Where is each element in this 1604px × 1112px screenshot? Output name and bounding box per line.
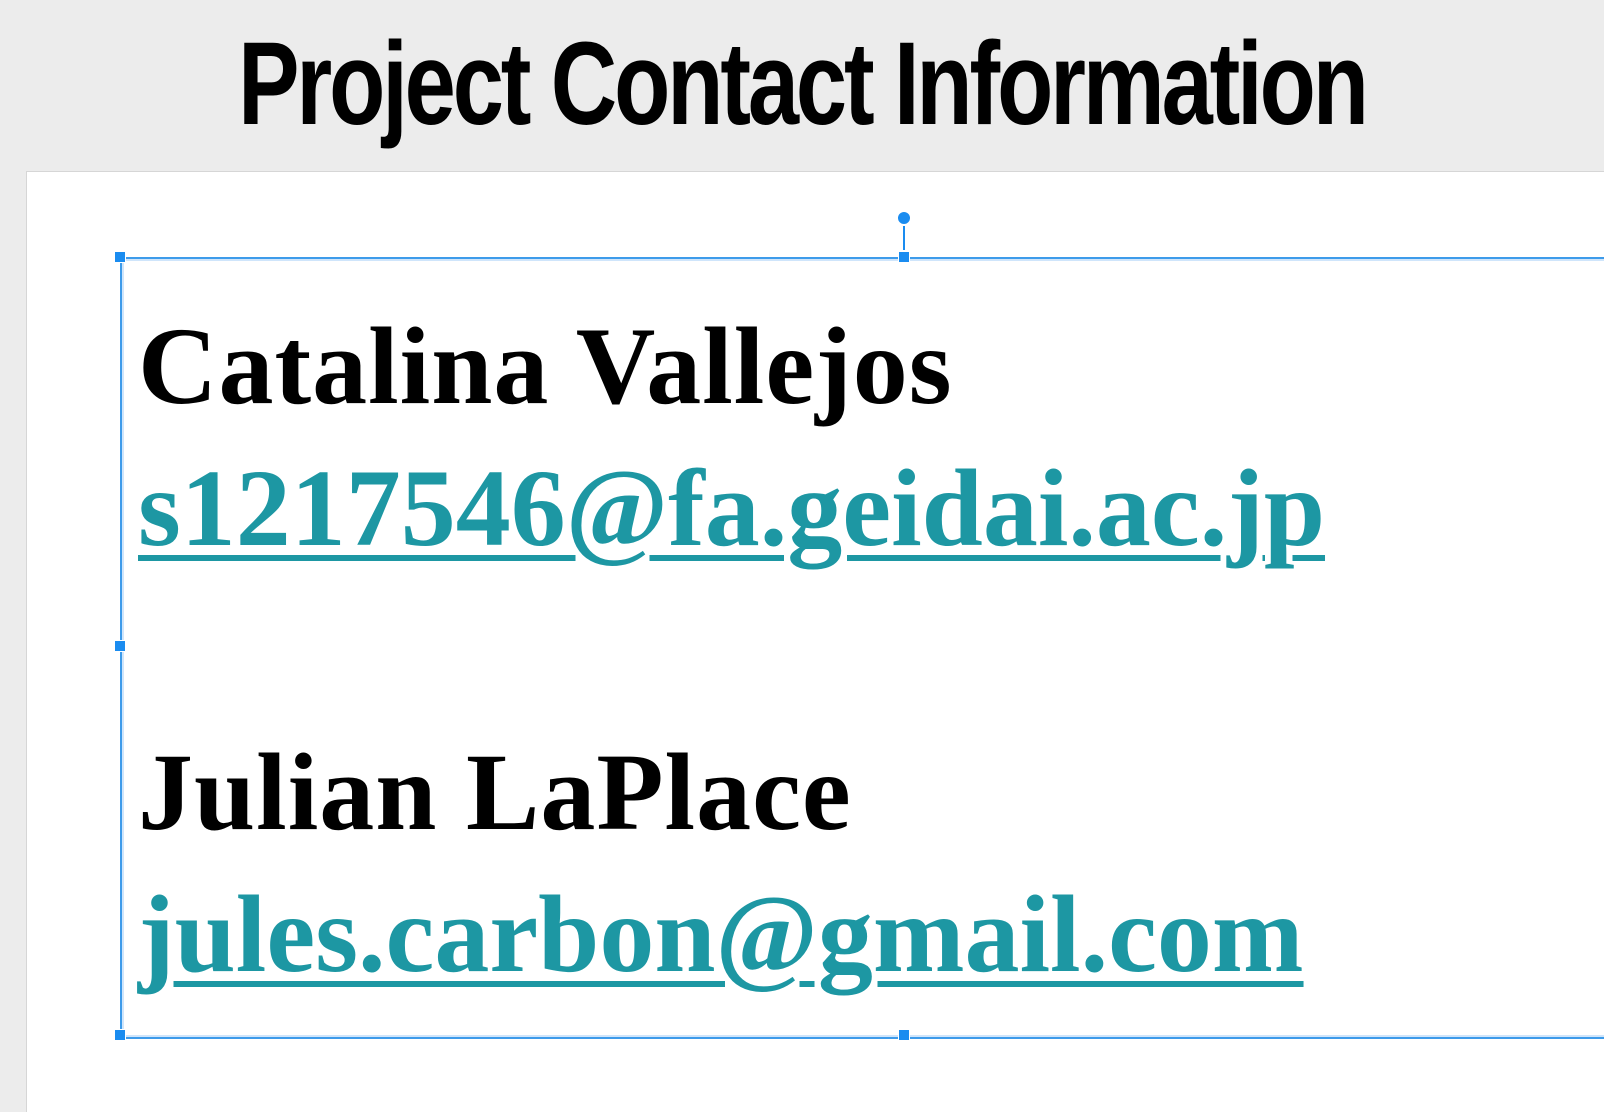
rotation-handle[interactable]: [897, 211, 911, 225]
contact-email-link[interactable]: s1217546@fa.geidai.ac.jp: [138, 437, 1325, 579]
page-title: Project Contact Information: [238, 18, 1369, 150]
resize-handle-top-center[interactable]: [898, 251, 910, 263]
resize-handle-bottom-left[interactable]: [114, 1029, 126, 1041]
resize-handle-bottom-center[interactable]: [898, 1029, 910, 1041]
resize-handle-middle-left[interactable]: [114, 640, 126, 652]
contact-name: Julian LaPlace: [138, 731, 852, 853]
contact-list[interactable]: Catalina Vallejos s1217546@fa.geidai.ac.…: [138, 295, 1325, 1005]
resize-handle-top-left[interactable]: [114, 251, 126, 263]
contact-name: Catalina Vallejos: [138, 305, 953, 427]
contact-email-link[interactable]: jules.carbon@gmail.com: [138, 863, 1325, 1005]
rotation-handle-stem: [903, 226, 905, 250]
